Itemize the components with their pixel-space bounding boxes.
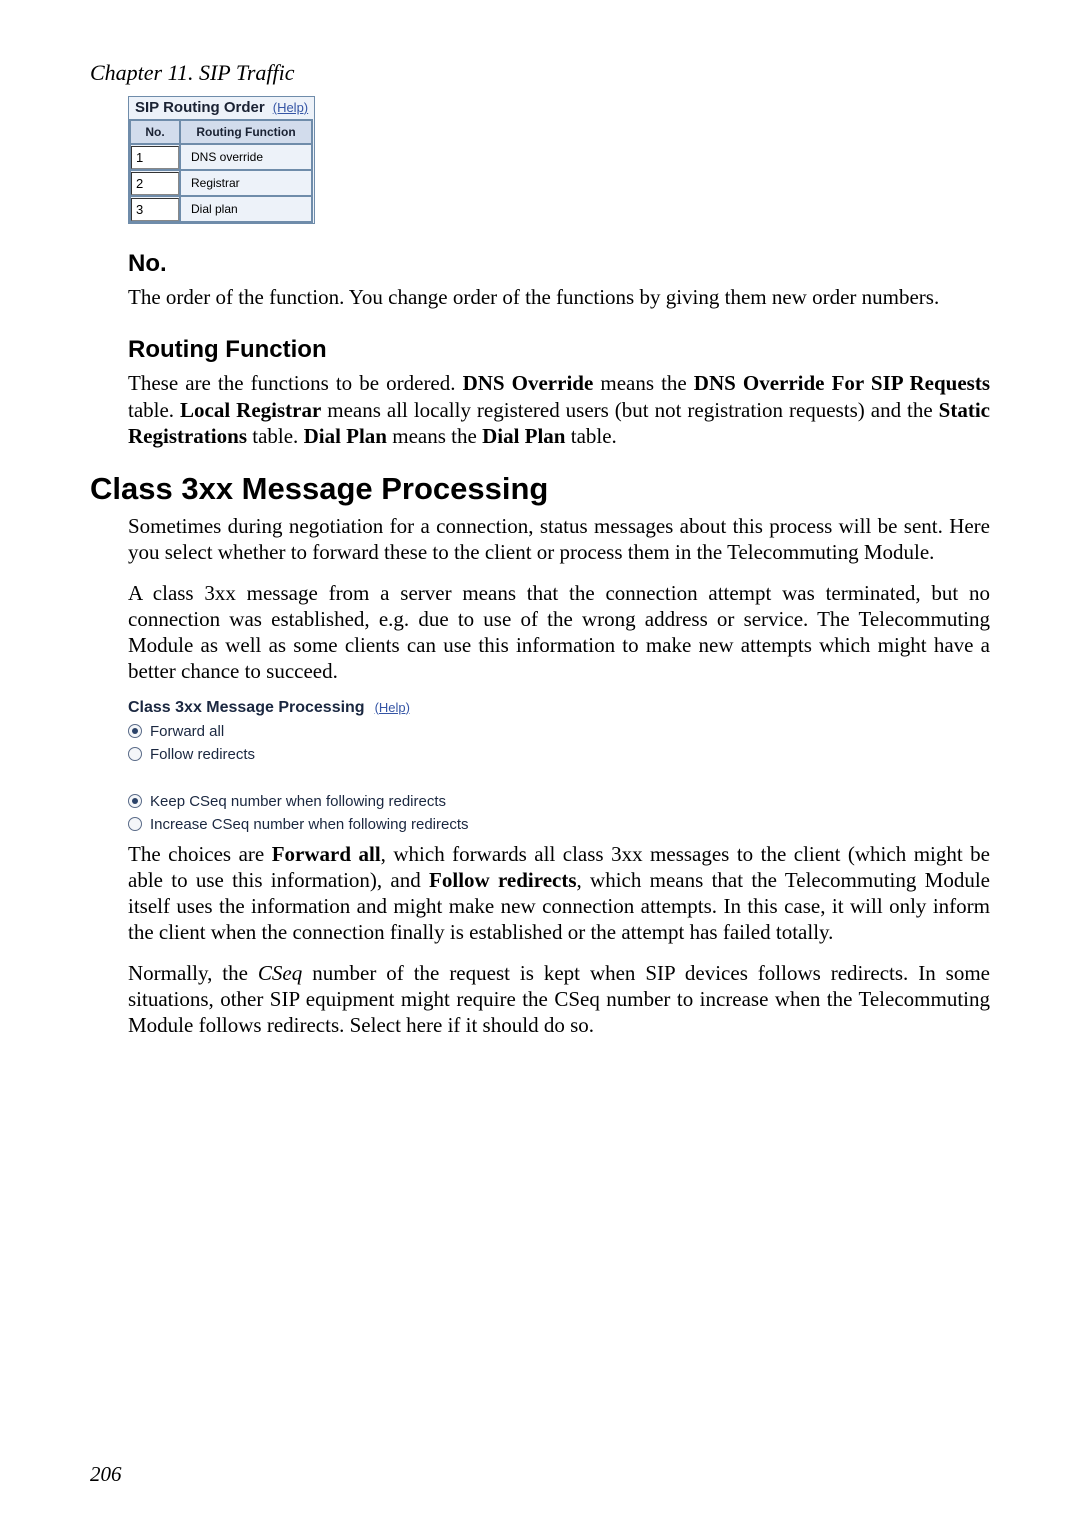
radio-forward-all[interactable]: Forward all — [128, 723, 990, 740]
no-paragraph: The order of the function. You change or… — [128, 284, 990, 310]
routing-function-paragraph: These are the functions to be ordered. D… — [128, 370, 990, 449]
radio-unselected-icon — [128, 747, 142, 761]
sip-routing-order-title: SIP Routing Order — [135, 99, 265, 116]
help-link[interactable]: (Help) — [375, 700, 410, 715]
choices-paragraph: The choices are Forward all, which forwa… — [128, 841, 990, 946]
radio-label: Increase CSeq number when following redi… — [150, 816, 469, 833]
class-3xx-figure-title: Class 3xx Message Processing — [128, 699, 365, 717]
radio-label: Follow redirects — [150, 746, 255, 763]
order-input[interactable] — [131, 172, 179, 195]
col-header-no: No. — [130, 120, 180, 144]
chapter-header: Chapter 11. SIP Traffic — [90, 60, 990, 86]
col-header-routing-function: Routing Function — [180, 120, 312, 144]
radio-follow-redirects[interactable]: Follow redirects — [128, 746, 990, 763]
radio-selected-icon — [128, 794, 142, 808]
radio-increase-cseq[interactable]: Increase CSeq number when following redi… — [128, 816, 990, 833]
radio-selected-icon — [128, 724, 142, 738]
order-input[interactable] — [131, 146, 179, 169]
routing-order-table: No. Routing Function DNS override Regist… — [129, 119, 313, 223]
page-number: 206 — [90, 1462, 122, 1487]
class-3xx-para-2: A class 3xx message from a server means … — [128, 580, 990, 685]
order-input[interactable] — [131, 198, 179, 221]
cseq-paragraph: Normally, the CSeq number of the request… — [128, 960, 990, 1039]
class-3xx-heading: Class 3xx Message Processing — [90, 471, 990, 507]
routing-function-cell: DNS override — [180, 144, 312, 170]
routing-function-heading: Routing Function — [128, 336, 990, 364]
table-row: Registrar — [130, 170, 312, 196]
radio-keep-cseq[interactable]: Keep CSeq number when following redirect… — [128, 793, 990, 810]
help-link[interactable]: (Help) — [273, 100, 308, 115]
radio-unselected-icon — [128, 817, 142, 831]
table-row: DNS override — [130, 144, 312, 170]
no-heading: No. — [128, 250, 990, 278]
class-3xx-processing-figure: Class 3xx Message Processing (Help) Forw… — [128, 699, 990, 833]
class-3xx-para-1: Sometimes during negotiation for a conne… — [128, 513, 990, 566]
radio-label: Keep CSeq number when following redirect… — [150, 793, 446, 810]
radio-label: Forward all — [150, 723, 224, 740]
table-row: Dial plan — [130, 196, 312, 222]
routing-function-cell: Registrar — [180, 170, 312, 196]
sip-routing-order-figure: SIP Routing Order (Help) No. Routing Fun… — [128, 96, 315, 224]
routing-function-cell: Dial plan — [180, 196, 312, 222]
